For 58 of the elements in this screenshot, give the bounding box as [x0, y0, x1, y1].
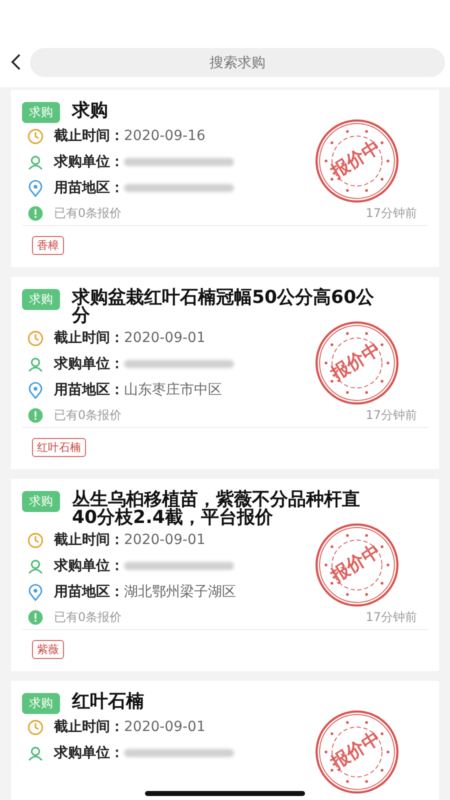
person-icon: [27, 154, 44, 170]
quote-count: 已有0条报价: [54, 406, 122, 424]
listing-card[interactable]: 求购 丛生乌桕移植苗，紫薇不分品种杆直40分枝2.4截，平台报价 截止时间：2020-09-01 求购单位： 用苗地区：湖北鄂州梁子湖区 报价中 已有0条报价 17分钟前 紫薇: [11, 479, 439, 671]
field-value: 山东枣庄市中区: [124, 381, 222, 399]
field-label: 用苗地区：: [54, 381, 124, 399]
field-label: 截止时间：: [54, 127, 124, 145]
person-icon: [27, 744, 44, 762]
location-pin-icon: [27, 180, 44, 196]
stamp-text: 报价中: [328, 137, 384, 183]
alert-icon: [27, 608, 44, 626]
field-label: 用苗地区：: [54, 179, 124, 197]
field-label: 求购单位：: [54, 744, 124, 762]
stamp-text: 报价中: [328, 728, 384, 774]
location-pin-icon: [27, 584, 44, 600]
listing-title: 丛生乌桕移植苗，紫薇不分品种杆直40分枝2.4截，平台报价: [72, 489, 361, 527]
listing-title: 求购: [72, 100, 108, 120]
stamp-text: 报价中: [328, 541, 384, 587]
species-tag[interactable]: 红叶石楠: [32, 438, 86, 457]
field-value: 2020-09-16: [124, 128, 206, 144]
listing-card[interactable]: 求购 求购 截止时间：2020-09-16 求购单位： 用苗地区： 报价中 已有0条报价 17分钟前 香樟: [11, 90, 439, 267]
field-label: 截止时间：: [54, 531, 124, 549]
clock-icon: [27, 532, 44, 548]
posted-time: 17分钟前: [366, 204, 417, 222]
posted-time: 17分钟前: [366, 608, 417, 626]
clock-icon: [27, 718, 44, 736]
purchase-badge: 求购: [22, 693, 60, 714]
purchase-badge: 求购: [22, 102, 60, 123]
clock-icon: [27, 128, 44, 144]
listing-card[interactable]: 求购 红叶石楠 截止时间：2020-09-01 求购单位： 报价中: [11, 681, 439, 800]
field-value: 2020-09-01: [124, 330, 206, 346]
purchase-badge: 求购: [22, 491, 60, 512]
field-label: 用苗地区：: [54, 583, 124, 601]
species-tag[interactable]: 香樟: [32, 236, 64, 255]
quote-count: 已有0条报价: [54, 608, 122, 626]
quote-count: 已有0条报价: [54, 204, 122, 222]
alert-icon: [27, 406, 44, 424]
location-pin-icon: [27, 382, 44, 398]
field-label: 求购单位：: [54, 153, 124, 171]
listing-title: 求购盆栽红叶石楠冠幅50公分高60公分: [72, 287, 376, 325]
field-label: 求购单位：: [54, 355, 124, 373]
search-field[interactable]: 搜索求购: [30, 48, 445, 77]
clock-icon: [27, 330, 44, 346]
alert-icon: [27, 204, 44, 222]
back-icon[interactable]: [10, 53, 22, 71]
person-icon: [27, 356, 44, 372]
posted-time: 17分钟前: [366, 406, 417, 424]
listing-title: 红叶石楠: [72, 691, 144, 711]
field-label: 截止时间：: [54, 718, 124, 736]
field-value: 2020-09-01: [124, 532, 206, 548]
field-label: 截止时间：: [54, 329, 124, 347]
purchase-badge: 求购: [22, 289, 60, 310]
person-icon: [27, 558, 44, 574]
stamp-text: 报价中: [328, 339, 384, 385]
species-tag[interactable]: 紫薇: [32, 640, 64, 659]
field-value: 湖北鄂州梁子湖区: [124, 583, 236, 601]
listing-card[interactable]: 求购 求购盆栽红叶石楠冠幅50公分高60公分 截止时间：2020-09-01 求购单位： 用苗地区：山东枣庄市中区 报价中 已有0条报价 17分钟前 红叶石楠: [11, 277, 439, 469]
field-label: 求购单位：: [54, 557, 124, 575]
field-value: 2020-09-01: [124, 719, 206, 735]
